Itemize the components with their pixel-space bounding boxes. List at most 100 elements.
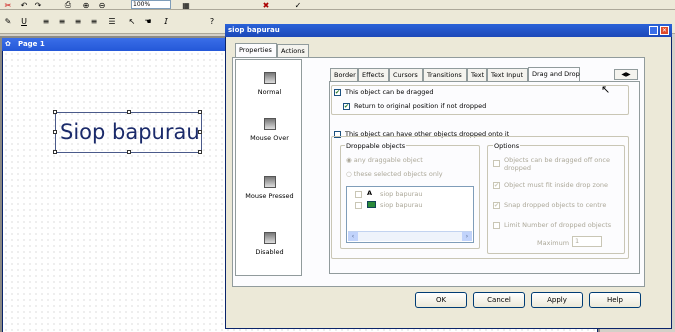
tab-effects[interactable]: Effects — [358, 68, 389, 81]
list-icon[interactable]: ☰ — [106, 15, 118, 27]
button-label: Cancel — [487, 296, 511, 304]
zoom-value: 100% — [133, 1, 151, 8]
pointer-icon[interactable]: ↖ — [126, 15, 138, 27]
text-object[interactable]: Siop bapurau — [53, 110, 202, 154]
list-item-checkbox[interactable] — [355, 202, 362, 209]
opt-dragged-off-label: Objects can be dragged off once dropped — [504, 156, 610, 172]
can-be-dragged-label: This object can be dragged — [345, 88, 434, 96]
state-mouse-pressed[interactable]: Mouse Pressed — [236, 176, 303, 200]
page-icon: ✿ — [5, 40, 11, 48]
state-list: Normal Mouse Over Mouse Pressed Disabled — [235, 59, 302, 276]
tab-label: Text — [471, 71, 485, 79]
dialog-title: siop bapurau — [228, 26, 280, 34]
pen-icon[interactable]: ✎ — [2, 15, 14, 27]
tab-border[interactable]: Border — [330, 68, 358, 81]
align-center-icon[interactable]: ≡ — [56, 15, 68, 27]
scroll-right-icon[interactable]: › — [462, 232, 472, 241]
mouse-cursor-icon: ↖ — [601, 83, 611, 96]
opt-snap-centre-checkbox[interactable]: ✔ — [493, 202, 500, 209]
state-icon — [263, 176, 276, 188]
list-item-checkbox[interactable] — [355, 191, 362, 198]
tab-text[interactable]: Text — [467, 68, 487, 81]
tab-label: Border — [334, 71, 356, 79]
tab-label: Text Input — [491, 71, 524, 79]
state-normal[interactable]: Normal — [236, 72, 303, 96]
align-right-icon[interactable]: ≡ — [72, 15, 84, 27]
opt-snap-centre-label: Snap dropped objects to centre — [504, 201, 607, 209]
scroll-right-icon[interactable]: ▶ — [626, 71, 631, 78]
resize-handle[interactable] — [127, 150, 131, 154]
resize-handle[interactable] — [53, 130, 57, 134]
underline-icon[interactable]: U — [18, 15, 30, 27]
tab-scroll: ◀▶ — [614, 69, 638, 80]
can-be-dragged-checkbox[interactable]: ✔ — [334, 89, 341, 96]
state-label: Disabled — [255, 248, 284, 256]
opt-dragged-off-checkbox[interactable] — [493, 160, 500, 167]
tab-label: Cursors — [393, 71, 418, 79]
horizontal-scrollbar[interactable]: ‹ › — [348, 231, 472, 241]
page-title: Page 1 — [18, 40, 45, 48]
resize-handle[interactable] — [53, 110, 57, 114]
button-label: Help — [607, 296, 623, 304]
resize-handle[interactable] — [127, 110, 131, 114]
state-disabled[interactable]: Disabled — [236, 232, 303, 256]
radio-any-draggable[interactable]: ◉ any draggable object — [346, 156, 423, 164]
help-icon[interactable]: ? — [206, 15, 218, 27]
state-icon — [263, 118, 276, 130]
tab-transitions[interactable]: Transitions — [423, 68, 467, 81]
tab-label: Actions — [281, 47, 305, 55]
opt-fit-inside-checkbox[interactable]: ✔ — [493, 182, 500, 189]
tab-label: Transitions — [427, 71, 462, 79]
align-left-icon[interactable]: ≡ — [40, 15, 52, 27]
help-icon[interactable] — [649, 26, 658, 35]
resize-handle[interactable] — [198, 110, 202, 114]
state-icon — [263, 72, 276, 84]
scroll-left-icon[interactable]: ‹ — [348, 232, 358, 241]
droppable-objects-label: Droppable objects — [345, 142, 407, 150]
tab-label: Properties — [239, 46, 272, 54]
tab-actions[interactable]: Actions — [277, 44, 309, 57]
return-original-checkbox[interactable]: ✔ — [343, 103, 350, 110]
help-button[interactable]: Help — [589, 292, 641, 308]
state-mouse-over[interactable]: Mouse Over — [236, 118, 303, 142]
opt-limit-number-checkbox[interactable] — [493, 222, 500, 229]
state-label: Mouse Pressed — [245, 192, 294, 200]
apply-button[interactable]: Apply — [531, 292, 583, 308]
tab-properties[interactable]: Properties — [235, 43, 277, 57]
tab-cursors[interactable]: Cursors — [389, 68, 423, 81]
maximum-value: 1 — [575, 237, 580, 245]
align-justify-icon[interactable]: ≡ — [88, 15, 100, 27]
resize-handle[interactable] — [53, 150, 57, 154]
tab-label: Effects — [362, 71, 385, 79]
radio-these-selected[interactable]: ○ these selected objects only — [346, 170, 443, 178]
maximum-label: Maximum — [537, 239, 570, 247]
tab-drag-and-drop[interactable]: Drag and Drop — [528, 67, 580, 81]
hand-icon[interactable]: ☚ — [142, 15, 154, 27]
list-item: siop bapurau — [380, 201, 423, 209]
droppable-objects-list[interactable]: A siop bapurau siop bapurau ‹ › — [346, 186, 474, 243]
text-object-label: Siop bapurau — [60, 120, 200, 144]
button-label: OK — [435, 296, 447, 304]
italic-icon[interactable]: 𝘐 — [160, 15, 172, 27]
resize-handle[interactable] — [198, 150, 202, 154]
list-item: siop bapurau — [380, 190, 423, 198]
button-label: Apply — [547, 296, 567, 304]
dialog-titlebar[interactable]: siop bapurau ✕ — [225, 24, 672, 37]
tab-label: Drag and Drop — [532, 70, 580, 78]
resize-handle[interactable] — [198, 130, 202, 134]
radio-label: any draggable object — [353, 156, 423, 164]
zoom-select[interactable]: 100% — [131, 0, 171, 9]
tab-text-input[interactable]: Text Input — [487, 68, 528, 81]
cancel-button[interactable]: Cancel — [473, 292, 525, 308]
options-label: Options — [493, 142, 521, 150]
toolbar-row-1: ✂ ↶ ↷ ⎙ ⊕ ⊖ 100% ▦ ✖ ✓ — [0, 0, 675, 10]
state-icon — [263, 232, 276, 244]
text-object-icon: A — [367, 189, 373, 197]
ok-button[interactable]: OK — [415, 292, 467, 308]
maximum-stepper[interactable]: 1 — [572, 236, 602, 247]
opt-fit-inside-label: Object must fit inside drop zone — [504, 181, 609, 189]
state-label: Normal — [257, 88, 282, 96]
close-icon[interactable]: ✕ — [660, 26, 669, 35]
image-object-icon — [367, 201, 376, 208]
radio-label: these selected objects only — [353, 170, 443, 178]
